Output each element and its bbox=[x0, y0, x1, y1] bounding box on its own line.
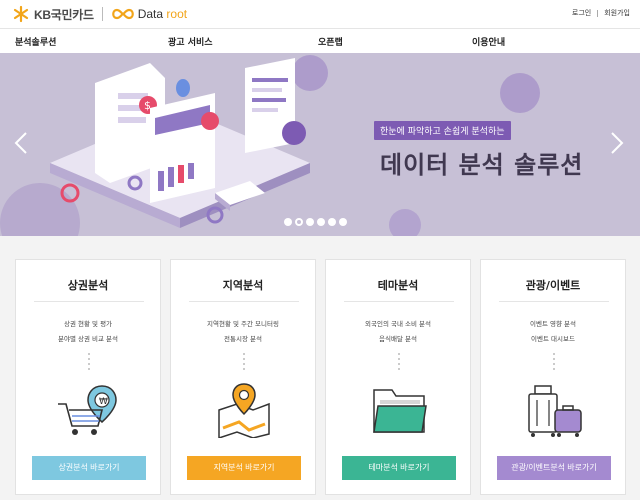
card-dots bbox=[88, 353, 90, 373]
card-dots bbox=[398, 353, 400, 373]
banner-title: 데이터 분석 솔루션 bbox=[380, 151, 584, 179]
banner-prev-arrow-icon[interactable] bbox=[14, 131, 28, 155]
banner-dot-5[interactable] bbox=[328, 218, 336, 226]
card-divider bbox=[34, 301, 144, 302]
nav-item-guide[interactable]: 이용안내 bbox=[472, 35, 505, 48]
nav-item-ad-service[interactable]: 광고 서비스 bbox=[168, 35, 213, 48]
svg-text:₩: ₩ bbox=[99, 397, 108, 407]
theme-analysis-button[interactable]: 테마분석 바로가기 bbox=[342, 456, 456, 480]
card-desc-line: 이벤트 대시보드 bbox=[531, 335, 575, 343]
banner-dot-2[interactable] bbox=[295, 218, 303, 226]
card-desc-line: 지역현황 및 주간 모니터링 bbox=[207, 320, 279, 328]
card-title: 관광/이벤트 bbox=[525, 279, 581, 292]
card-divider bbox=[499, 301, 609, 302]
banner-dot-1[interactable] bbox=[284, 218, 292, 226]
card-commercial-analysis: 상권분석 상권 현황 및 평가 분야별 상권 비교 분석 ₩ 상권분석 바로가기 bbox=[15, 259, 161, 495]
card-desc-line: 전통시장 분석 bbox=[224, 335, 262, 343]
top-bar: KB국민카드 Data root 로그인 회원가입 bbox=[0, 0, 640, 28]
kb-star-icon bbox=[13, 5, 29, 23]
kb-logo-text: KB국민카드 bbox=[34, 7, 94, 22]
banner-dot-4[interactable] bbox=[317, 218, 325, 226]
card-title: 테마분석 bbox=[377, 279, 419, 292]
dataroot-prefix: Data bbox=[137, 7, 164, 21]
logo-divider bbox=[101, 7, 103, 21]
tourism-event-button[interactable]: 관광/이벤트분석 바로가기 bbox=[497, 456, 611, 480]
banner-dot-6[interactable] bbox=[339, 218, 347, 226]
card-desc-line: 분야별 상권 비교 분석 bbox=[57, 335, 119, 343]
main-nav: 분석솔루션 광고 서비스 오픈랩 이용안내 bbox=[0, 28, 640, 53]
login-link[interactable]: 로그인 bbox=[572, 8, 591, 18]
card-desc-line: 음식배달 분석 bbox=[379, 335, 417, 343]
card-desc-line: 이벤트 영향 분석 bbox=[530, 320, 576, 328]
banner-dot-3[interactable] bbox=[306, 218, 314, 226]
luggage-icon bbox=[528, 385, 582, 437]
card-divider bbox=[189, 301, 299, 302]
regional-analysis-button[interactable]: 지역분석 바로가기 bbox=[187, 456, 301, 480]
nav-item-openlab[interactable]: 오픈랩 bbox=[318, 35, 343, 48]
dataroot-infinity-icon bbox=[111, 8, 134, 20]
card-theme-analysis: 테마분석 외국인의 국내 소비 분석 음식배달 분석 테마분석 바로가기 bbox=[325, 259, 471, 495]
card-title: 지역분석 bbox=[222, 279, 264, 292]
card-dots bbox=[243, 353, 245, 373]
shopping-cart-map-pin-icon: ₩ bbox=[58, 385, 117, 435]
nav-item-analysis[interactable]: 분석솔루션 bbox=[15, 35, 56, 48]
banner-pagination bbox=[284, 218, 347, 226]
card-desc-line: 외국인의 국내 소비 분석 bbox=[365, 320, 431, 328]
util-divider bbox=[597, 9, 599, 17]
folder-icon bbox=[373, 389, 427, 433]
hero-banner[interactable]: $ 한눈에 파악하고 손쉽게 분석하는 데이터 분석 솔루션 bbox=[0, 53, 640, 236]
utility-links: 로그인 회원가입 bbox=[572, 8, 630, 18]
commercial-analysis-button[interactable]: 상권분석 바로가기 bbox=[32, 456, 146, 480]
card-dots bbox=[553, 353, 555, 373]
card-divider bbox=[344, 301, 454, 302]
dataroot-logo-text: Data root bbox=[138, 7, 187, 21]
dataroot-suffix: root bbox=[166, 7, 188, 21]
card-desc-line: 상권 현황 및 평가 bbox=[63, 320, 113, 328]
svg-text:$: $ bbox=[144, 99, 151, 112]
site-logo[interactable]: KB국민카드 Data root bbox=[12, 5, 187, 23]
card-title: 상권분석 bbox=[67, 279, 109, 292]
card-tourism-event: 관광/이벤트 이벤트 영향 분석 이벤트 대시보드 관광/이벤트분석 바로가기 bbox=[480, 259, 626, 495]
banner-tagline: 한눈에 파악하고 손쉽게 분석하는 bbox=[374, 121, 511, 140]
signup-link[interactable]: 회원가입 bbox=[604, 8, 630, 18]
map-location-pin-icon bbox=[218, 383, 270, 438]
card-regional-analysis: 지역분석 지역현황 및 주간 모니터링 전통시장 분석 지역분석 바로가기 bbox=[170, 259, 316, 495]
banner-next-arrow-icon[interactable] bbox=[610, 131, 624, 155]
